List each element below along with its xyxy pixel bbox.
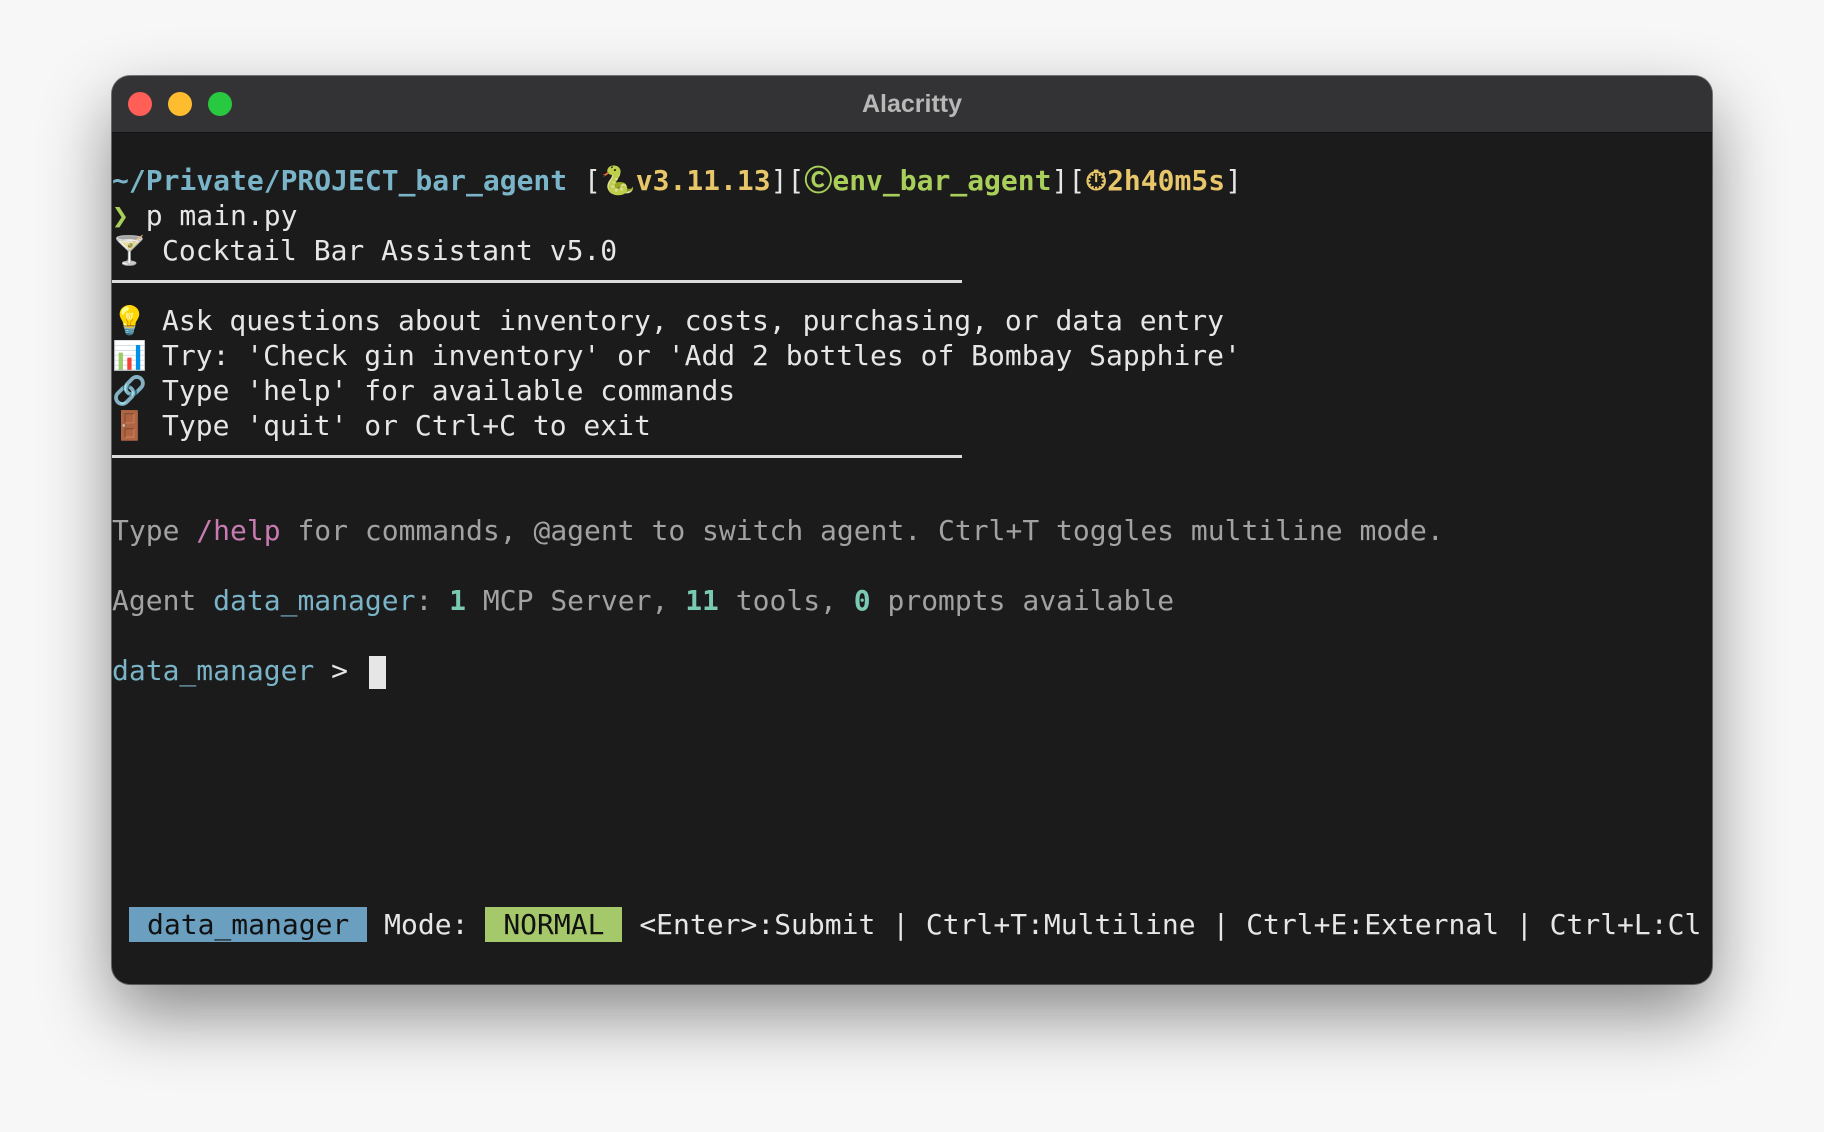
input-prompt-line[interactable]: data_manager > — [112, 653, 386, 689]
link-icon: 🔗 — [112, 374, 147, 407]
timer-icon: ⏱ — [1085, 164, 1108, 197]
python-version: v3.11.13 — [635, 164, 771, 197]
banner-item-text: Type 'help' for available commands — [162, 374, 736, 407]
command-line: ❯ p main.py — [112, 198, 297, 233]
keyboard-shortcuts: <Enter>:Submit | Ctrl+T:Multiline | Ctrl… — [639, 908, 1702, 941]
terminal-window: Alacritty ~/Private/PROJECT_bar_agent [🐍… — [112, 76, 1712, 984]
banner-item: 🔗 Type 'help' for available commands — [112, 373, 735, 408]
command-text: p main.py — [145, 199, 298, 232]
terminal-content[interactable]: ~/Private/PROJECT_bar_agent [🐍v3.11.13][… — [112, 133, 1712, 984]
status-agent-badge: data_manager — [129, 907, 368, 942]
mcp-server-count: 1 — [449, 584, 467, 617]
mode-badge: NORMAL — [485, 907, 623, 942]
status-bar: data_manager Mode: NORMAL <Enter>:Submit… — [112, 907, 1701, 942]
tools-count: 11 — [685, 584, 719, 617]
agent-info-line: Agent data_manager: 1 MCP Server, 11 too… — [112, 584, 1175, 617]
title-bar: Alacritty — [112, 76, 1712, 133]
banner-item-text: Type 'quit' or Ctrl+C to exit — [162, 409, 651, 442]
input-prompt-agent: data_manager — [112, 654, 315, 687]
input-prompt-symbol: > — [314, 654, 365, 687]
banner-title-line: 🍸 Cocktail Bar Assistant v5.0 — [112, 233, 617, 268]
help-command: /help — [196, 514, 281, 547]
env-icon: Ⓒ — [804, 164, 833, 197]
banner-top-divider — [112, 280, 962, 283]
text-cursor[interactable] — [368, 655, 386, 689]
door-icon: 🚪 — [112, 409, 147, 442]
banner-title: Cocktail Bar Assistant v5.0 — [162, 234, 618, 267]
banner-bottom-divider — [112, 455, 962, 458]
banner-item: 🚪 Type 'quit' or Ctrl+C to exit — [112, 408, 651, 443]
cwd-path: ~/Private/PROJECT_bar_agent — [112, 164, 568, 197]
shell-prompt-line: ~/Private/PROJECT_bar_agent [🐍v3.11.13][… — [112, 164, 1242, 197]
banner-item-text: Try: 'Check gin inventory' or 'Add 2 bot… — [162, 339, 1241, 372]
lightbulb-icon: 💡 — [112, 304, 147, 337]
banner-item: 📊 Try: 'Check gin inventory' or 'Add 2 bo… — [112, 338, 1241, 373]
cocktail-icon: 🍸 — [112, 234, 147, 267]
banner-item-text: Ask questions about inventory, costs, pu… — [162, 304, 1225, 337]
help-hint-line: Type /help for commands, @agent to switc… — [112, 514, 1444, 547]
bar-chart-icon: 📊 — [112, 339, 147, 372]
python-icon: 🐍 — [600, 164, 636, 197]
window-title: Alacritty — [861, 90, 963, 118]
agent-name: data_manager — [213, 584, 416, 617]
mode-label: Mode: — [384, 908, 469, 941]
banner-item: 💡 Ask questions about inventory, costs, p… — [112, 303, 1224, 338]
command-duration: 2h40m5s — [1107, 164, 1226, 197]
prompts-count: 0 — [853, 584, 871, 617]
prompt-arrow-icon: ❯ — [112, 199, 129, 232]
env-name: env_bar_agent — [832, 164, 1052, 197]
